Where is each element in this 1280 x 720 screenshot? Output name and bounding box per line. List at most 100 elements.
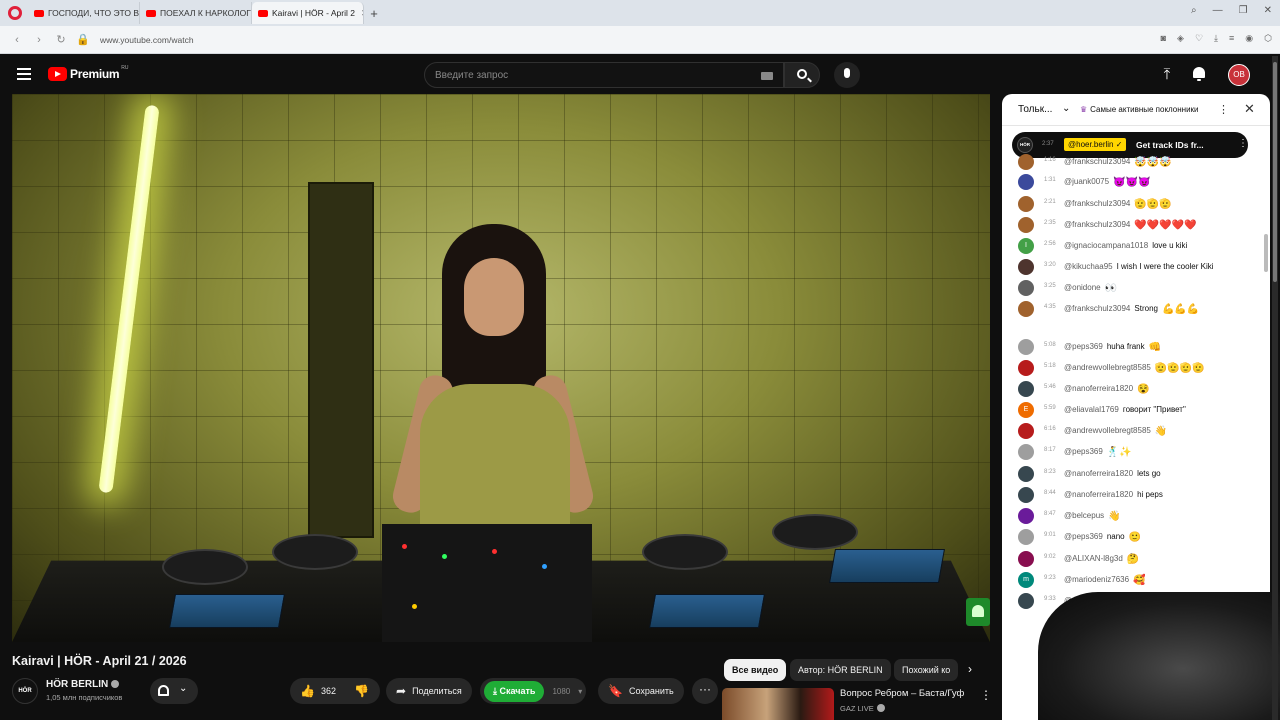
avatar[interactable]: OB bbox=[1228, 64, 1250, 86]
back-icon[interactable]: ‹ bbox=[6, 34, 28, 46]
chat-avatar[interactable]: E bbox=[1018, 402, 1034, 418]
keyboard-icon[interactable] bbox=[761, 72, 773, 80]
reload-icon[interactable]: ↻ bbox=[50, 33, 72, 46]
chevron-right-icon[interactable]: › bbox=[968, 662, 972, 676]
chat-avatar[interactable] bbox=[1018, 466, 1034, 482]
download-quality-select[interactable]: 1080 bbox=[552, 687, 570, 696]
chip-all-videos[interactable]: Все видео bbox=[724, 659, 787, 681]
chat-author[interactable]: @frankschulz3094 🫡🫡🫡 bbox=[1064, 199, 1172, 210]
chat-author[interactable]: @andrewvollebregt8585 👋 bbox=[1064, 426, 1167, 437]
chat-message[interactable]: 2:35 @frankschulz3094 ❤️❤️❤️❤️❤️ bbox=[1018, 215, 1258, 235]
share-button[interactable]: ➦ Поделиться bbox=[386, 678, 472, 704]
chat-avatar[interactable] bbox=[1018, 487, 1034, 503]
download-button[interactable]: ⤓ Скачать bbox=[484, 680, 545, 702]
chat-message[interactable]: 2:21 @frankschulz3094 🫡🫡🫡 bbox=[1018, 194, 1258, 214]
chat-author[interactable]: @mariodeniz7636 🥰 bbox=[1064, 575, 1146, 586]
upload-icon[interactable]: ⤒ bbox=[1160, 67, 1174, 83]
chat-message[interactable]: 5:18 @andrewvollebregt8585 🫡🫡🫡🫡 bbox=[1018, 358, 1258, 378]
video-player[interactable] bbox=[12, 94, 990, 642]
chat-message[interactable]: 9:02 @ALIXAN-l8g3d 🤔 bbox=[1018, 549, 1258, 569]
chevron-down-icon[interactable]: ▾ bbox=[578, 687, 582, 696]
shield-icon[interactable]: ◈ bbox=[1177, 33, 1184, 44]
chat-message[interactable]: 1:16 @frankschulz3094 🤯🤯🤯 bbox=[1018, 152, 1258, 172]
recommended-title[interactable]: Вопрос Ребром – Баста/Гуф bbox=[840, 688, 964, 699]
chat-message[interactable]: I 2:56 @ignaciocampana1018 love u kiki bbox=[1018, 236, 1258, 256]
chat-avatar[interactable] bbox=[1018, 174, 1034, 190]
thumbs-down-icon[interactable]: 👎 bbox=[354, 684, 369, 698]
chat-author[interactable]: @ignaciocampana1018 love u kiki bbox=[1064, 241, 1187, 250]
more-actions-button[interactable]: ··· bbox=[692, 678, 718, 704]
chat-avatar[interactable] bbox=[1018, 154, 1034, 170]
chip-similar[interactable]: Похожий ко bbox=[894, 659, 958, 681]
more-options-icon[interactable]: ⋮ bbox=[1238, 138, 1248, 149]
chat-avatar[interactable] bbox=[1018, 259, 1034, 275]
search-button[interactable] bbox=[784, 62, 820, 88]
chat-author[interactable]: @andrewvollebregt8585 🫡🫡🫡🫡 bbox=[1064, 363, 1205, 374]
chat-message[interactable]: 8:44 @nanoferreira1820 hi peps bbox=[1018, 485, 1258, 505]
recommended-thumbnail[interactable] bbox=[722, 688, 834, 720]
chat-author[interactable]: @peps369 huha frank 👊 bbox=[1064, 342, 1161, 353]
thumbs-up-icon[interactable]: 👍 bbox=[300, 684, 315, 698]
youtube-logo[interactable]: Premium RU bbox=[48, 65, 129, 81]
chat-message[interactable]: 6:16 @andrewvollebregt8585 👋 bbox=[1018, 421, 1258, 441]
maximize-icon[interactable]: ❐ bbox=[1239, 5, 1248, 16]
chat-author[interactable]: @juank0075 😈😈😈 bbox=[1064, 177, 1150, 188]
browser-tab-1[interactable]: ГОСПОДИ, ЧТО ЭТО ВОО bbox=[28, 2, 140, 24]
chip-author[interactable]: Автор: HÖR BERLIN bbox=[790, 659, 891, 681]
heart-icon[interactable]: ♡ bbox=[1195, 33, 1203, 44]
chat-avatar[interactable] bbox=[1018, 217, 1034, 233]
search-input[interactable]: Введите запрос bbox=[424, 62, 784, 88]
notifications-icon[interactable] bbox=[1192, 67, 1206, 81]
chat-author[interactable]: @kikuchaa95 I wish I were the cooler Kiki bbox=[1064, 262, 1214, 271]
chat-author[interactable]: @frankschulz3094 Strong 💪💪💪 bbox=[1064, 304, 1199, 315]
chat-avatar[interactable] bbox=[1018, 360, 1034, 376]
channel-name[interactable]: HÖR BERLIN bbox=[46, 679, 120, 690]
chat-author[interactable]: @frankschulz3094 ❤️❤️❤️❤️❤️ bbox=[1064, 220, 1197, 231]
voice-search-button[interactable] bbox=[834, 62, 860, 88]
chat-avatar[interactable] bbox=[1018, 301, 1034, 317]
chat-avatar[interactable] bbox=[1018, 551, 1034, 567]
chat-author[interactable]: @belcepus 👋 bbox=[1064, 511, 1121, 522]
more-options-icon[interactable]: ⋮ bbox=[980, 688, 992, 702]
browser-tab-active[interactable]: Kairavi | HÖR - April 2✕ bbox=[252, 2, 364, 24]
chat-mode-select[interactable]: Тольк... bbox=[1018, 104, 1052, 115]
url-field[interactable]: www.youtube.com/watch bbox=[100, 35, 194, 45]
chat-message[interactable]: 5:46 @nanoferreira1820 😵 bbox=[1018, 379, 1258, 399]
chat-message[interactable]: 8:17 @peps369 🕺✨ bbox=[1018, 442, 1258, 462]
chat-author[interactable]: @nanoferreira1820 😵 bbox=[1064, 384, 1150, 395]
chat-avatar[interactable]: I bbox=[1018, 238, 1034, 254]
download-icon[interactable]: ⤓ bbox=[1214, 33, 1218, 44]
chat-avatar[interactable] bbox=[1018, 593, 1034, 609]
chat-author[interactable]: @ALIXAN-l8g3d 🤔 bbox=[1064, 554, 1139, 565]
chat-avatar[interactable] bbox=[1018, 423, 1034, 439]
chat-message[interactable]: E 5:59 @eliavalal1769 говорит "Привет" bbox=[1018, 400, 1258, 420]
chat-message[interactable]: 5:08 @peps369 huha frank 👊 bbox=[1018, 337, 1258, 357]
menu-icon[interactable]: ≡ bbox=[1229, 33, 1234, 44]
chat-avatar[interactable] bbox=[1018, 339, 1034, 355]
chevron-down-icon[interactable]: ⌄ bbox=[1062, 103, 1070, 114]
recommended-channel[interactable]: GAZ LIVE bbox=[840, 704, 885, 713]
page-scrollbar[interactable] bbox=[1272, 56, 1278, 720]
chat-author[interactable]: @frankschulz3094 🤯🤯🤯 bbox=[1064, 157, 1172, 168]
search-tabs-icon[interactable]: ⌕ bbox=[1191, 5, 1197, 16]
chat-message[interactable]: 9:01 @peps369 nano 🙂 bbox=[1018, 527, 1258, 547]
chat-author[interactable]: @nanoferreira1820 hi peps bbox=[1064, 490, 1163, 499]
chat-author[interactable]: @nanoferreira1820 lets go bbox=[1064, 469, 1161, 478]
notification-bell-icon[interactable] bbox=[966, 598, 990, 626]
camera-icon[interactable]: ◙ bbox=[1161, 33, 1166, 44]
chat-avatar[interactable] bbox=[1018, 381, 1034, 397]
new-tab-button[interactable]: + bbox=[364, 6, 384, 21]
hamburger-menu-icon[interactable] bbox=[17, 68, 31, 80]
chat-message[interactable]: 3:25 @onidone 👀 bbox=[1018, 278, 1258, 298]
chat-author[interactable]: @peps369 🕺✨ bbox=[1064, 447, 1132, 458]
profile-icon[interactable]: ◉ bbox=[1245, 33, 1253, 44]
extensions-icon[interactable]: ⬡ bbox=[1264, 33, 1272, 44]
chat-message[interactable]: m 9:23 @mariodeniz7636 🥰 bbox=[1018, 570, 1258, 590]
chat-scrollbar[interactable] bbox=[1264, 234, 1268, 272]
chat-avatar[interactable]: m bbox=[1018, 572, 1034, 588]
chat-avatar[interactable] bbox=[1018, 196, 1034, 212]
chat-author[interactable]: @onidone 👀 bbox=[1064, 283, 1117, 294]
close-window-icon[interactable]: ✕ bbox=[1264, 5, 1272, 16]
chat-avatar[interactable] bbox=[1018, 508, 1034, 524]
close-icon[interactable]: ✕ bbox=[1244, 101, 1255, 117]
